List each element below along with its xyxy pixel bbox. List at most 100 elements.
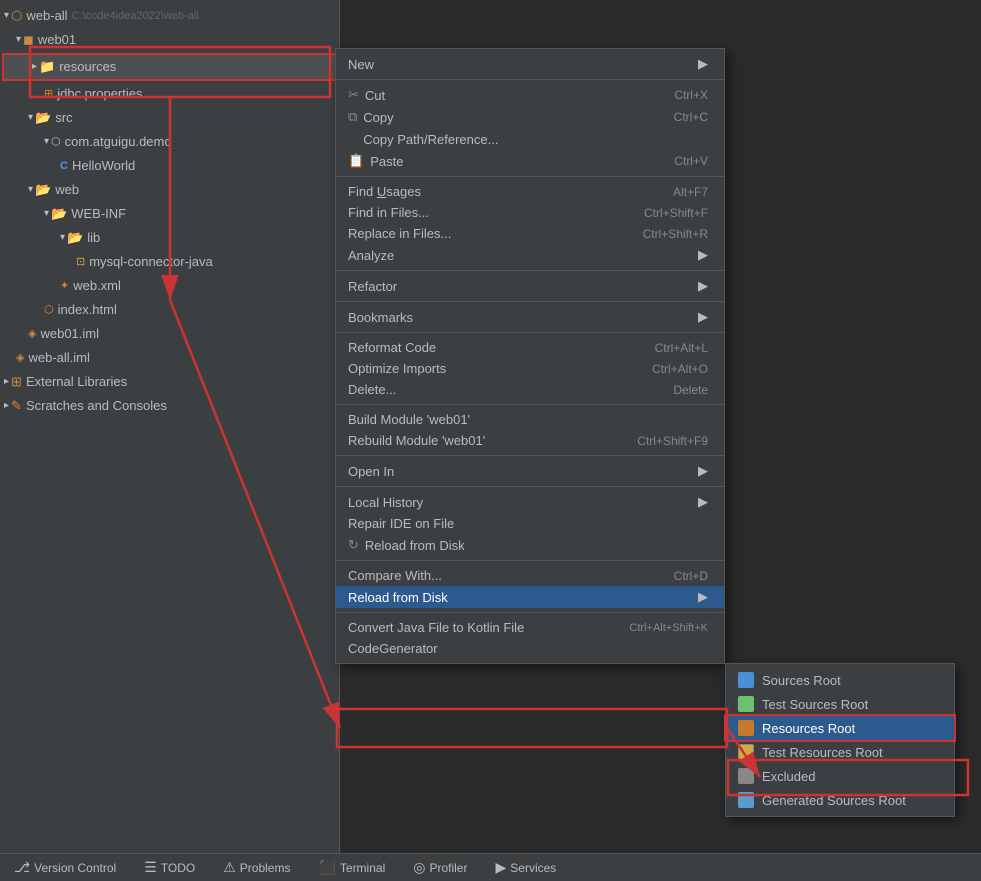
paste-icon: 📋 <box>348 153 364 169</box>
status-problems[interactable]: ⚠ Problems <box>217 857 296 878</box>
status-version-control[interactable]: ⎇ Version Control <box>8 857 122 878</box>
submenu-arrow: ▶ <box>698 309 708 325</box>
menu-shortcut: Ctrl+X <box>674 88 708 102</box>
tree-item-label: web-all <box>26 6 67 26</box>
menu-label: Reload from Disk <box>365 538 708 553</box>
resources-root-icon <box>738 720 754 736</box>
status-todo[interactable]: ☰ TODO <box>138 857 201 878</box>
menu-item-refactor[interactable]: Refactor ▶ <box>336 275 724 297</box>
menu-shortcut: Ctrl+Alt+L <box>655 341 708 355</box>
menu-item-cut[interactable]: ✂ Cut Ctrl+X <box>336 84 724 106</box>
cut-icon: ✂ <box>348 87 359 103</box>
tree-item-scratches[interactable]: ▸ ✎ Scratches and Consoles <box>0 394 339 418</box>
menu-item-open-in[interactable]: Open In ▶ <box>336 460 724 482</box>
menu-item-reload-disk[interactable]: ↻ Reload from Disk <box>336 534 724 556</box>
menu-item-new[interactable]: New ▶ <box>336 53 724 75</box>
status-label: Version Control <box>34 861 116 875</box>
submenu-item-sources-root[interactable]: Sources Root <box>726 668 954 692</box>
submenu-item-resources-root[interactable]: Resources Root <box>726 716 954 740</box>
status-profiler[interactable]: ◎ Profiler <box>407 857 473 878</box>
folder-icon: 📂 <box>35 180 51 200</box>
package-icon: ⬡ <box>51 132 61 152</box>
menu-item-repair-ide[interactable]: Repair IDE on File <box>336 513 724 534</box>
expand-arrow: ▾ <box>4 6 9 26</box>
expand-arrow: ▾ <box>28 180 33 200</box>
submenu-item-test-resources-root[interactable]: Test Resources Root <box>726 740 954 764</box>
library-icon: ⊞ <box>11 372 22 392</box>
tree-item-src[interactable]: ▾ 📂 src <box>0 106 339 130</box>
menu-label: Rebuild Module 'web01' <box>348 433 617 448</box>
module-icon: ◼ <box>23 30 34 50</box>
tree-item-label: web01.iml <box>40 324 99 344</box>
menu-item-local-history[interactable]: Local History ▶ <box>336 491 724 513</box>
tree-item-resources[interactable]: ▸ 📁 resources <box>2 53 337 81</box>
submenu-item-test-sources-root[interactable]: Test Sources Root <box>726 692 954 716</box>
menu-label: Delete... <box>348 382 653 397</box>
menu-item-rebuild-module[interactable]: Rebuild Module 'web01' Ctrl+Shift+F9 <box>336 430 724 451</box>
tree-item-lib[interactable]: ▾ 📂 lib <box>0 226 339 250</box>
menu-item-optimize-imports[interactable]: Optimize Imports Ctrl+Alt+O <box>336 358 724 379</box>
menu-label: CodeGenerator <box>348 641 708 656</box>
submenu-arrow: ▶ <box>698 278 708 294</box>
menu-separator <box>336 79 724 80</box>
menu-item-convert-kotlin[interactable]: Convert Java File to Kotlin File Ctrl+Al… <box>336 617 724 638</box>
java-icon: C <box>60 156 68 176</box>
menu-item-copy[interactable]: ⧉ Copy Ctrl+C <box>336 106 724 128</box>
menu-item-build-module[interactable]: Build Module 'web01' <box>336 409 724 430</box>
tree-item-helloworld[interactable]: C HelloWorld <box>0 154 339 178</box>
menu-label: Build Module 'web01' <box>348 412 708 427</box>
tree-item-web01-iml[interactable]: ◈ web01.iml <box>0 322 339 346</box>
menu-item-delete[interactable]: Delete... Delete <box>336 379 724 400</box>
menu-item-replace-in-files[interactable]: Replace in Files... Ctrl+Shift+R <box>336 223 724 244</box>
status-services[interactable]: ▶ Services <box>489 857 562 878</box>
menu-label: Analyze <box>348 248 690 263</box>
problems-icon: ⚠ <box>223 859 236 876</box>
tree-item-web01[interactable]: ▾ ◼ web01 <box>0 28 339 52</box>
menu-item-copy-path[interactable]: ⧉ Copy Path/Reference... <box>336 128 724 150</box>
tree-item-external-libs[interactable]: ▸ ⊞ External Libraries <box>0 370 339 394</box>
menu-item-reformat[interactable]: Reformat Code Ctrl+Alt+L <box>336 337 724 358</box>
submenu-arrow: ▶ <box>698 56 708 72</box>
tree-item-index-html[interactable]: ⬡ index.html <box>0 298 339 322</box>
menu-separator <box>336 332 724 333</box>
tree-item-label: Scratches and Consoles <box>26 396 167 416</box>
menu-item-find-usages[interactable]: Find Usages Alt+F7 <box>336 181 724 202</box>
tree-item-jdbc-properties[interactable]: ⊞ jdbc.properties <box>0 82 339 106</box>
tree-item-label: web <box>55 180 79 200</box>
submenu-label: Generated Sources Root <box>762 793 906 808</box>
jar-icon: ⊡ <box>76 252 85 272</box>
submenu-item-excluded[interactable]: Excluded <box>726 764 954 788</box>
menu-item-analyze[interactable]: Analyze ▶ <box>336 244 724 266</box>
submenu-label: Sources Root <box>762 673 841 688</box>
tree-item-web[interactable]: ▾ 📂 web <box>0 178 339 202</box>
menu-item-code-generator[interactable]: CodeGenerator <box>336 638 724 659</box>
tree-item-web-inf[interactable]: ▾ 📂 WEB-INF <box>0 202 339 226</box>
scratches-icon: ✎ <box>11 396 22 416</box>
menu-item-compare-with[interactable]: Compare With... Ctrl+D <box>336 565 724 586</box>
menu-item-bookmarks[interactable]: Bookmarks ▶ <box>336 306 724 328</box>
tree-item-package[interactable]: ▾ ⬡ com.atguigu.demo <box>0 130 339 154</box>
menu-label: Refactor <box>348 279 690 294</box>
expand-arrow: ▸ <box>4 396 9 416</box>
status-terminal[interactable]: ⬛ Terminal <box>312 857 391 878</box>
menu-item-mark-directory-as[interactable]: Reload from Disk ▶ <box>336 586 724 608</box>
spacer-icon: ⧉ <box>348 131 357 147</box>
menu-item-paste[interactable]: 📋 Paste Ctrl+V <box>336 150 724 172</box>
status-label: Profiler <box>429 861 467 875</box>
menu-shortcut: Ctrl+Shift+R <box>643 227 708 241</box>
tree-item-label: jdbc.properties <box>57 84 142 104</box>
context-menu: New ▶ ✂ Cut Ctrl+X ⧉ Copy Ctrl+C ⧉ Copy … <box>335 48 725 664</box>
test-resources-icon <box>738 744 754 760</box>
tree-item-web-xml[interactable]: ✦ web.xml <box>0 274 339 298</box>
submenu-item-generated-sources-root[interactable]: Generated Sources Root <box>726 788 954 812</box>
tree-item-label: src <box>55 108 72 128</box>
sources-root-icon <box>738 672 754 688</box>
tree-item-web-all[interactable]: ▾ ⬡ web-all C:\code4idea2022\web-all <box>0 4 339 28</box>
menu-label: Repair IDE on File <box>348 516 708 531</box>
tree-item-mysql-jar[interactable]: ⊡ mysql-connector-java <box>0 250 339 274</box>
copy-icon: ⧉ <box>348 109 357 125</box>
menu-item-find-in-files[interactable]: Find in Files... Ctrl+Shift+F <box>336 202 724 223</box>
tree-item-web-all-iml[interactable]: ◈ web-all.iml <box>0 346 339 370</box>
iml-icon: ◈ <box>16 348 24 368</box>
status-bar: ⎇ Version Control ☰ TODO ⚠ Problems ⬛ Te… <box>0 853 981 881</box>
